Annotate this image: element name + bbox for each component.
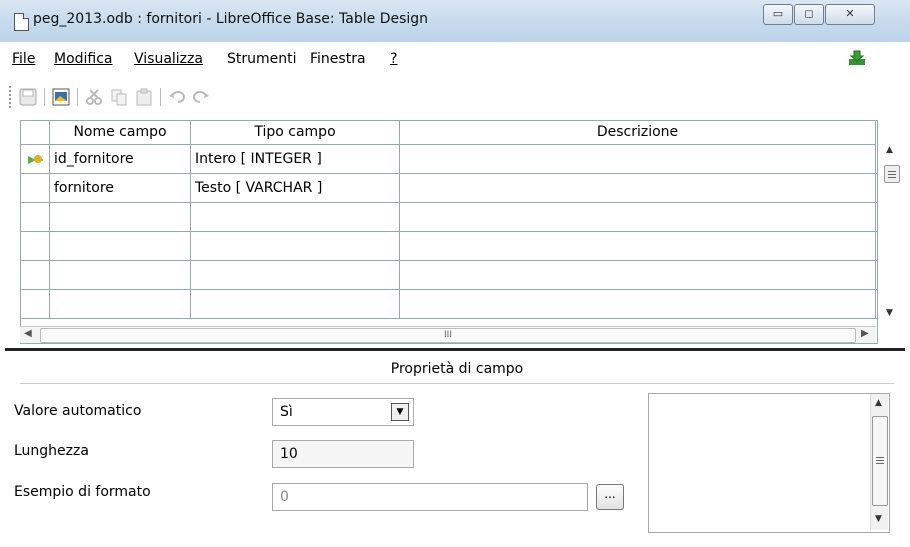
field-name-cell[interactable]: [50, 290, 191, 318]
field-type-cell[interactable]: [191, 232, 400, 260]
field-name-cell[interactable]: fornitore: [50, 174, 191, 202]
table-row[interactable]: id_fornitore Intero [ INTEGER ]: [21, 145, 877, 174]
field-type-cell[interactable]: [191, 261, 400, 289]
help-text-panel: [648, 393, 890, 533]
scroll-thumb[interactable]: [872, 416, 888, 506]
toolbar-grip[interactable]: [9, 86, 13, 108]
format-example-label: Esempio di formato: [14, 484, 151, 500]
scroll-left-icon[interactable]: ◀: [24, 328, 32, 339]
window-title: peg_2013.odb : fornitori - LibreOffice B…: [33, 11, 429, 27]
table-row[interactable]: fornitore Testo [ VARCHAR ]: [21, 174, 877, 203]
help-scrollbar[interactable]: ▲ ▼: [870, 394, 888, 530]
row-header[interactable]: [21, 232, 50, 260]
field-description-cell[interactable]: [400, 145, 876, 173]
field-name-cell[interactable]: [50, 261, 191, 289]
field-name-cell[interactable]: id_fornitore: [50, 145, 191, 173]
scroll-down-icon[interactable]: ▼: [875, 514, 882, 524]
row-header[interactable]: [21, 174, 50, 202]
cut-icon[interactable]: [85, 88, 103, 106]
length-label: Lunghezza: [14, 443, 89, 459]
field-description-cell[interactable]: [400, 290, 876, 318]
scroll-up-icon[interactable]: ▲: [886, 145, 893, 155]
maximize-button[interactable]: ◻: [794, 4, 824, 25]
toolbar-separator: [44, 88, 45, 106]
splitter[interactable]: [5, 348, 905, 351]
field-description-cell[interactable]: [400, 174, 876, 202]
auto-value-select[interactable]: Sì ▼: [272, 398, 414, 426]
field-description-cell[interactable]: [400, 261, 876, 289]
scroll-down-icon[interactable]: ▼: [886, 308, 893, 318]
auto-value-label: Valore automatico: [14, 403, 142, 419]
scroll-up-icon[interactable]: ▲: [875, 398, 882, 408]
maximize-icon: ◻: [804, 7, 814, 20]
minimize-icon: ▭: [772, 7, 784, 20]
grid-vertical-scrollbar[interactable]: ▲ ▼: [883, 143, 900, 323]
toolbar-separator: [160, 88, 161, 106]
row-header[interactable]: [21, 261, 50, 289]
document-icon: [14, 13, 29, 31]
table-row[interactable]: [21, 290, 877, 319]
field-name-cell[interactable]: [50, 232, 191, 260]
title-bar: peg_2013.odb : fornitori - LibreOffice B…: [0, 0, 910, 42]
field-type-cell[interactable]: Testo [ VARCHAR ]: [191, 174, 400, 202]
properties-header: Proprietà di campo: [20, 355, 894, 384]
update-download-icon[interactable]: [848, 50, 866, 66]
field-type-cell[interactable]: [191, 203, 400, 231]
menu-strumenti[interactable]: Strumenti: [227, 51, 297, 67]
table-row[interactable]: [21, 261, 877, 290]
field-grid: Nome campo Tipo campo Descrizione id_for…: [20, 120, 878, 344]
paste-icon[interactable]: [135, 88, 153, 106]
menu-help[interactable]: ?: [390, 51, 397, 67]
scroll-right-icon[interactable]: ▶: [861, 328, 869, 339]
toolbar-separator: [77, 88, 78, 106]
field-description-cell[interactable]: [400, 232, 876, 260]
row-header[interactable]: [21, 203, 50, 231]
field-type-cell[interactable]: Intero [ INTEGER ]: [191, 145, 400, 173]
header-tipo-campo[interactable]: Tipo campo: [191, 121, 400, 145]
save-icon[interactable]: [19, 88, 37, 106]
redo-icon[interactable]: [192, 88, 210, 106]
row-header[interactable]: [21, 290, 50, 318]
table-row[interactable]: [21, 203, 877, 232]
grid-corner: [21, 121, 50, 145]
auto-value-selected: Sì: [280, 404, 293, 420]
grid-horizontal-scrollbar[interactable]: ◀ III ▶: [20, 326, 876, 343]
primary-key-icon: [28, 155, 43, 164]
menu-finestra[interactable]: Finestra: [310, 51, 366, 67]
hscroll-thumb[interactable]: III: [40, 328, 856, 343]
format-button[interactable]: ...: [596, 484, 624, 510]
row-header[interactable]: [21, 145, 50, 173]
header-descrizione[interactable]: Descrizione: [400, 121, 876, 145]
minimize-button[interactable]: ▭: [763, 4, 793, 25]
field-name-cell[interactable]: [50, 203, 191, 231]
length-field[interactable]: 10: [272, 440, 414, 468]
scroll-thumb[interactable]: [884, 165, 900, 183]
menu-modifica[interactable]: Modifica: [54, 51, 113, 67]
undo-icon[interactable]: [168, 88, 186, 106]
edit-icon[interactable]: [52, 88, 70, 106]
close-icon: ✕: [845, 7, 855, 20]
chevron-down-icon[interactable]: ▼: [391, 403, 409, 421]
header-nome-campo[interactable]: Nome campo: [50, 121, 191, 145]
field-type-cell[interactable]: [191, 290, 400, 318]
close-button[interactable]: ✕: [825, 4, 875, 25]
menu-file[interactable]: File: [12, 51, 35, 67]
menu-visualizza[interactable]: Visualizza: [134, 51, 203, 67]
field-description-cell[interactable]: [400, 203, 876, 231]
format-example-field[interactable]: 0: [272, 483, 588, 511]
table-row[interactable]: [21, 232, 877, 261]
copy-icon[interactable]: [110, 88, 128, 106]
